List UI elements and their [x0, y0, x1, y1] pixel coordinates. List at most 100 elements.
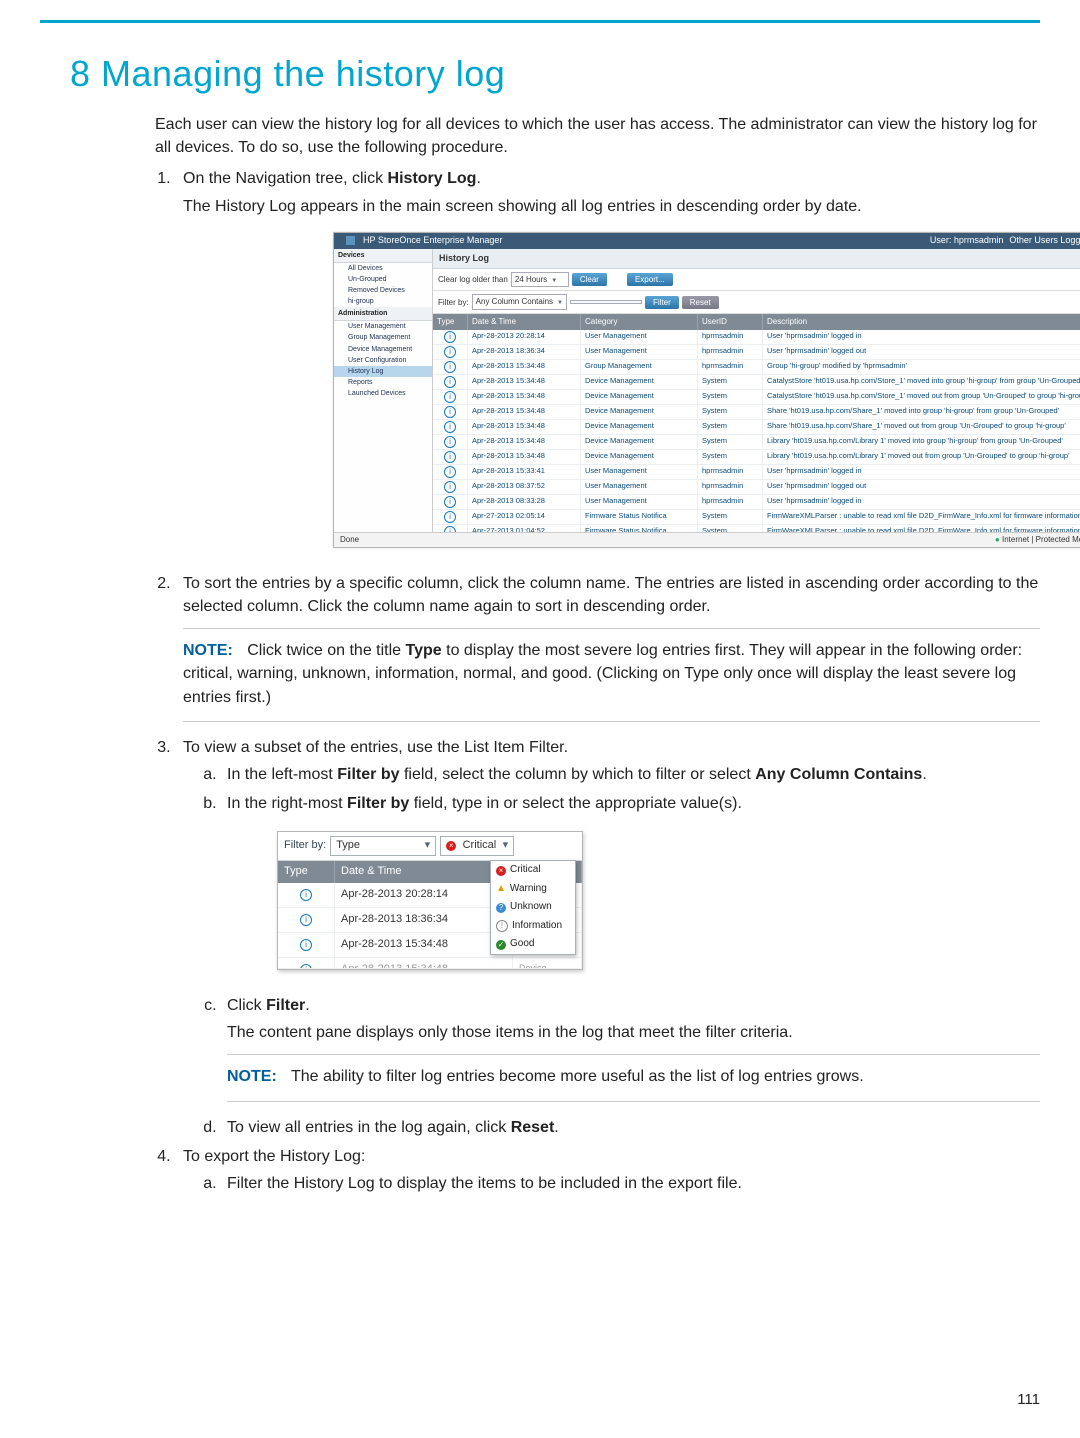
- row-userid: hprmsadmin: [698, 330, 763, 344]
- log-row[interactable]: iApr-28-2013 15:34:48Group Managementhpr…: [433, 360, 1080, 375]
- nav-all-devices[interactable]: All Devices: [334, 263, 432, 274]
- info-icon: i: [444, 421, 456, 433]
- row-userid: System: [698, 375, 763, 389]
- app-titlebar: HP StoreOnce Enterprise Manager User: hp…: [334, 233, 1080, 249]
- log-row[interactable]: iApr-28-2013 20:28:14User Managementhprm…: [433, 330, 1080, 345]
- clear-button[interactable]: Clear: [572, 273, 607, 287]
- filter-row[interactable]: iApr-28-2013 15:34:48Device Management: [278, 958, 582, 969]
- row-date: Apr-28-2013 15:34:48: [468, 450, 581, 464]
- filter-dropdown-screenshot: Filter by: Type ×Critical ×Critical ▲War…: [277, 831, 583, 970]
- info-icon: i: [300, 889, 312, 901]
- row-category: Device Management: [581, 405, 698, 419]
- log-row[interactable]: iApr-28-2013 15:33:41User Managementhprm…: [433, 465, 1080, 480]
- info-icon: i: [444, 481, 456, 493]
- navigation-tree[interactable]: Devices All Devices Un-Grouped Removed D…: [334, 249, 433, 532]
- hp-icon: [346, 236, 355, 245]
- log-table-body: i Apr-28-2013 20:28:14 User Management hprm…: [433, 330, 1080, 532]
- export-button[interactable]: Export...: [627, 273, 673, 287]
- intro-paragraph: Each user can view the history log for a…: [155, 113, 1040, 159]
- row-date: Apr-28-2013 20:28:14: [468, 330, 581, 344]
- row-category: Device Management: [581, 420, 698, 434]
- row-description: Group 'hi-group' modified by 'hprmsadmin…: [763, 360, 1080, 374]
- reset-button[interactable]: Reset: [682, 296, 719, 310]
- col-userid[interactable]: UserID: [698, 314, 763, 330]
- col-description[interactable]: Description: [763, 314, 1080, 330]
- menu-good[interactable]: ✓Good: [491, 935, 575, 954]
- nav-un-grouped[interactable]: Un-Grouped: [334, 274, 432, 285]
- step-3b: In the right-most Filter by field, type …: [221, 792, 1040, 970]
- info-icon: i: [444, 436, 456, 448]
- log-row[interactable]: iApr-28-2013 18:36:34User Managementhprm…: [433, 345, 1080, 360]
- row-category: Device Management: [581, 390, 698, 404]
- nav-hi-group[interactable]: hi-group: [334, 296, 432, 307]
- step-3c: Click Filter. The content pane displays …: [221, 994, 1040, 1102]
- row-date: Apr-27-2013 02:05:14: [468, 510, 581, 524]
- nav-user-configuration[interactable]: User Configuration: [334, 355, 432, 366]
- log-row[interactable]: iApr-28-2013 08:33:28User Managementhprm…: [433, 495, 1080, 510]
- log-row[interactable]: iApr-28-2013 15:34:48Device ManagementSy…: [433, 390, 1080, 405]
- step-2: To sort the entries by a specific column…: [175, 572, 1040, 722]
- row-date: Apr-28-2013 15:34:48: [468, 375, 581, 389]
- row-date-small: Apr-28-2013 20:28:14: [335, 883, 513, 907]
- log-row[interactable]: iApr-28-2013 15:34:48Device ManagementSy…: [433, 435, 1080, 450]
- nav-reports[interactable]: Reports: [334, 377, 432, 388]
- col-type[interactable]: Type: [433, 314, 468, 330]
- filter-column-select[interactable]: Any Column Contains: [472, 294, 567, 310]
- row-description: FirmWareXMLParser : unable to read xml f…: [763, 525, 1080, 532]
- nav-launched-devices[interactable]: Launched Devices: [334, 388, 432, 399]
- col-type-small[interactable]: Type: [278, 861, 335, 883]
- step-4: To export the History Log: Filter the Hi…: [175, 1145, 1040, 1195]
- log-table-header[interactable]: Type Date & Time Category UserID Descrip…: [433, 314, 1080, 330]
- menu-information[interactable]: !Information: [491, 917, 575, 936]
- filter-by-label-small: Filter by:: [284, 838, 326, 854]
- row-category: Firmware Status Notifica: [581, 525, 698, 532]
- severity-dropdown-menu[interactable]: ×Critical ▲Warning ?Unknown !Information…: [490, 860, 576, 955]
- row-category: User Management: [581, 465, 698, 479]
- row-category: Device Management: [581, 450, 698, 464]
- nav-group-management[interactable]: Group Management: [334, 332, 432, 343]
- row-description: User 'hprmsadmin' logged in: [763, 330, 1080, 344]
- clear-older-label: Clear log older than: [438, 274, 508, 286]
- col-category[interactable]: Category: [581, 314, 698, 330]
- nav-admin-header: Administration: [334, 307, 432, 321]
- nav-history-log[interactable]: History Log: [334, 366, 432, 377]
- clear-older-select[interactable]: 24 Hours: [511, 272, 569, 288]
- row-category: Group Management: [581, 360, 698, 374]
- row-userid: System: [698, 405, 763, 419]
- status-mode: Internet | Protected Mode: Off: [1002, 534, 1080, 546]
- row-description: User 'hprmsadmin' logged out: [763, 480, 1080, 494]
- menu-unknown[interactable]: ?Unknown: [491, 898, 575, 917]
- filter-by-label: Filter by:: [438, 297, 469, 309]
- filter-value-input[interactable]: [570, 300, 642, 304]
- row-date: Apr-27-2013 01:04:52: [468, 525, 581, 532]
- menu-critical[interactable]: ×Critical: [491, 861, 575, 880]
- row-userid: System: [698, 435, 763, 449]
- log-row[interactable]: iApr-27-2013 01:04:52Firmware Status Not…: [433, 525, 1080, 532]
- log-row[interactable]: iApr-28-2013 08:37:52User Managementhprm…: [433, 480, 1080, 495]
- row-date: Apr-28-2013 15:34:48: [468, 435, 581, 449]
- filter-value-small-select[interactable]: ×Critical: [440, 836, 514, 856]
- row-description: Library 'ht019.usa.hp.com/Library 1' mov…: [763, 435, 1080, 449]
- row-userid: System: [698, 450, 763, 464]
- info-icon: i: [444, 406, 456, 418]
- nav-user-management[interactable]: User Management: [334, 321, 432, 332]
- row-userid: System: [698, 525, 763, 532]
- log-row[interactable]: iApr-27-2013 02:05:14Firmware Status Not…: [433, 510, 1080, 525]
- log-row[interactable]: iApr-28-2013 15:34:48Device ManagementSy…: [433, 375, 1080, 390]
- menu-warning[interactable]: ▲Warning: [491, 880, 575, 899]
- step-4a: Filter the History Log to display the it…: [221, 1172, 1040, 1195]
- col-date-time[interactable]: Date & Time: [468, 314, 581, 330]
- note-filter-useful: NOTE: The ability to filter log entries …: [227, 1054, 1040, 1101]
- nav-removed-devices[interactable]: Removed Devices: [334, 285, 432, 296]
- filter-column-small-select[interactable]: Type: [330, 836, 436, 856]
- filter-button[interactable]: Filter: [645, 296, 679, 310]
- note-label: NOTE:: [183, 642, 233, 659]
- log-row[interactable]: iApr-28-2013 15:34:48Device ManagementSy…: [433, 450, 1080, 465]
- nav-device-management[interactable]: Device Management: [334, 344, 432, 355]
- log-row[interactable]: iApr-28-2013 15:34:48Device ManagementSy…: [433, 420, 1080, 435]
- row-cat-small: Device Management: [513, 958, 582, 968]
- info-icon: i: [444, 466, 456, 478]
- log-row[interactable]: iApr-28-2013 15:34:48Device ManagementSy…: [433, 405, 1080, 420]
- row-description: Share 'ht019.usa.hp.com/Share_1' moved o…: [763, 420, 1080, 434]
- info-icon: i: [300, 939, 312, 951]
